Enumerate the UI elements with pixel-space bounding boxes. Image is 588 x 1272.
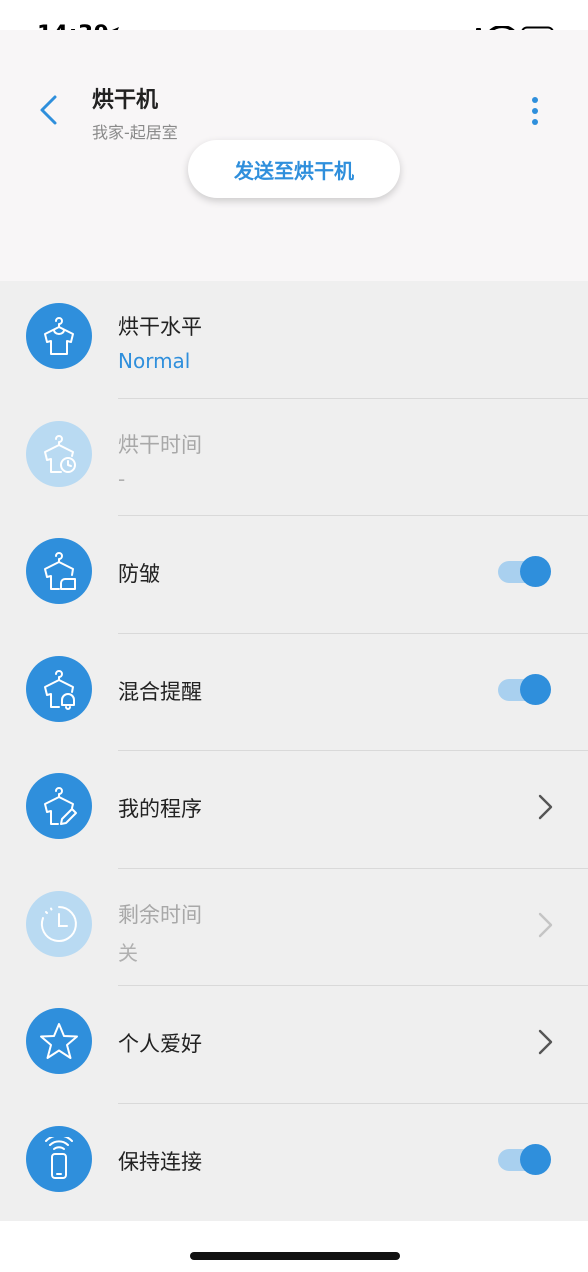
shirt-pencil-icon (26, 773, 92, 839)
row-value: Normal (118, 349, 191, 373)
page-subtitle: 我家-起居室 (92, 123, 178, 142)
row-label: 剩余时间 (118, 902, 202, 927)
timer-icon (26, 890, 92, 957)
row-anti-wrinkle[interactable]: 防皱 (0, 516, 588, 634)
star-icon (26, 1008, 92, 1074)
title-block: 烘干机 我家-起居室 (92, 82, 178, 143)
shirt-hanger-icon (26, 303, 92, 369)
chevron-right-icon (538, 1029, 553, 1055)
row-value: 关 (118, 940, 138, 965)
toggle-knob (520, 1143, 551, 1175)
row-label: 保持连接 (118, 1149, 202, 1174)
chevron-right-icon (538, 794, 553, 820)
row-label: 防皱 (118, 562, 160, 586)
send-to-dryer-button[interactable]: 发送至烘干机 (188, 140, 400, 198)
chevron-right-icon (538, 912, 553, 937)
screen: 14:39 烘干机 我家-起居室 (0, 0, 588, 1272)
row-label: 个人爱好 (118, 1032, 202, 1056)
row-remaining-time[interactable]: 剩余时间 关 (0, 869, 588, 986)
phone-signal-icon (26, 1125, 92, 1192)
toggle-knob (520, 556, 551, 587)
anti-wrinkle-toggle[interactable] (498, 556, 552, 587)
row-label: 混合提醒 (118, 679, 202, 704)
mix-reminder-toggle[interactable] (498, 673, 552, 705)
toggle-knob (520, 673, 551, 705)
page-title: 烘干机 (92, 88, 159, 113)
row-favorites[interactable]: 个人爱好 (0, 986, 588, 1104)
more-options-icon[interactable] (522, 94, 548, 130)
row-drying-level[interactable]: 烘干水平 Normal (0, 281, 588, 399)
stay-connected-toggle[interactable] (498, 1143, 552, 1175)
home-area (0, 1221, 588, 1272)
shirt-iron-icon (26, 538, 92, 604)
header: 烘干机 我家-起居室 发送至烘干机 (0, 30, 588, 281)
shirt-clock-icon (26, 420, 92, 487)
row-my-program[interactable]: 我的程序 (0, 751, 588, 869)
home-indicator[interactable] (190, 1252, 400, 1260)
row-label: 我的程序 (118, 797, 202, 821)
row-drying-time[interactable]: 烘干时间 - (0, 399, 588, 516)
shirt-bell-icon (26, 655, 92, 722)
back-arrow-icon[interactable] (32, 92, 68, 128)
row-value: - (118, 466, 126, 491)
row-mix-reminder[interactable]: 混合提醒 (0, 634, 588, 751)
row-stay-connected[interactable]: 保持连接 (0, 1104, 588, 1222)
row-label: 烘干时间 (118, 432, 202, 457)
settings-list: 烘干水平 Normal 烘干时间 - 防皱 混合提醒 我的程序 剩余时间 关 个… (0, 281, 588, 1221)
row-label: 烘干水平 (118, 315, 202, 339)
